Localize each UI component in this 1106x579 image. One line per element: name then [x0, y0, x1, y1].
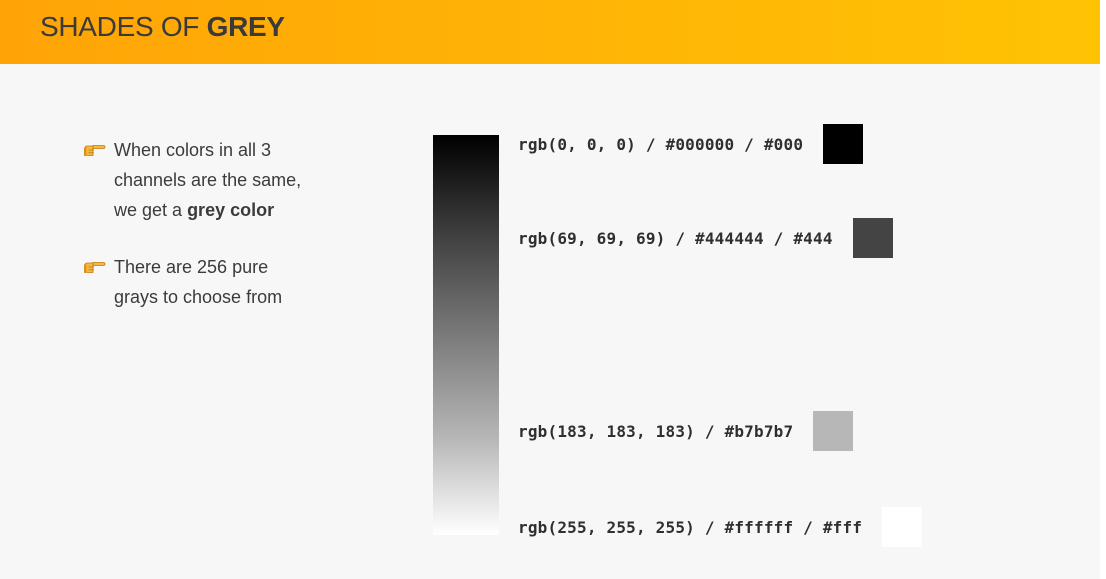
color-swatch — [823, 124, 864, 164]
color-swatch — [852, 218, 893, 258]
bullet-256-grays: There are 256 pure grays to choose from — [84, 252, 282, 312]
bullet-line: When colors in all 3 — [114, 140, 272, 160]
shade-code: rgb(255, 255, 255) / #ffffff / #fff — [518, 517, 863, 537]
title-normal: SHADES OF — [40, 11, 200, 42]
title-bold: GREY — [206, 11, 285, 42]
color-swatch — [813, 411, 854, 451]
pointing-hand-icon — [84, 135, 106, 165]
shade-code: rgb(183, 183, 183) / #b7b7b7 — [518, 421, 794, 441]
pointing-hand-icon — [84, 252, 106, 282]
bullet-same-channels: When colors in all 3 channels are the sa… — [84, 135, 301, 225]
shade-code: rgb(0, 0, 0) / #000000 / #000 — [518, 134, 804, 154]
bullet-line: grays to choose from — [114, 287, 283, 307]
shade-row-light-grey: rgb(183, 183, 183) / #b7b7b7 — [518, 411, 854, 451]
header-banner: SHADES OF GREY — [0, 0, 1100, 64]
bullet-line-bold: grey color — [187, 200, 275, 220]
shade-code: rgb(69, 69, 69) / #444444 / #444 — [518, 228, 833, 248]
bullet-line: channels are the same, — [114, 170, 302, 190]
bullet-line: There are 256 pure — [114, 257, 269, 277]
color-swatch — [882, 507, 923, 547]
bullet-line: we get a grey color — [114, 195, 301, 225]
bullet-text: When colors in all 3 channels are the sa… — [114, 135, 301, 225]
slide-title: SHADES OF GREY — [40, 10, 285, 44]
right-edge-strip — [1100, 0, 1106, 579]
shade-row-black: rgb(0, 0, 0) / #000000 / #000 — [518, 124, 864, 164]
grey-gradient-bar — [433, 135, 499, 535]
slide: SHADES OF GREY When colors in all 3 chan… — [0, 0, 1106, 579]
shade-row-white: rgb(255, 255, 255) / #ffffff / #fff — [518, 507, 923, 547]
shade-row-dark-grey: rgb(69, 69, 69) / #444444 / #444 — [518, 218, 893, 258]
bullet-text: There are 256 pure grays to choose from — [114, 252, 282, 312]
bullet-line-prefix: we get a — [114, 200, 183, 220]
